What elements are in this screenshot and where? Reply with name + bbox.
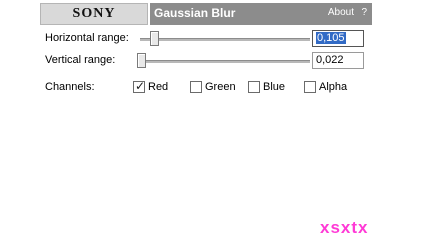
vertical-range-label: Vertical range: <box>45 54 116 66</box>
sony-logo: SONY <box>40 3 148 25</box>
alpha-checkbox[interactable] <box>304 81 316 93</box>
red-label: Red <box>148 81 169 93</box>
vertical-range-value: 0,022 <box>316 54 344 66</box>
vertical-range-thumb[interactable] <box>137 53 146 68</box>
horizontal-range-track[interactable] <box>140 38 310 41</box>
horizontal-range-value: 0,105 <box>316 32 346 44</box>
blue-label: Blue <box>263 81 286 93</box>
red-checkbox[interactable]: ✓ <box>133 79 146 93</box>
blue-checkbox[interactable] <box>248 81 260 93</box>
horizontal-range-label: Horizontal range: <box>45 32 129 44</box>
help-icon[interactable]: ? <box>361 7 367 18</box>
green-label: Green <box>205 81 236 93</box>
horizontal-range-thumb[interactable] <box>150 31 159 46</box>
alpha-label: Alpha <box>319 81 348 93</box>
vertical-range-value-input[interactable]: 0,022 <box>312 52 364 69</box>
plugin-header: SONY Gaussian Blur About ? <box>40 3 372 25</box>
channels-label: Channels: <box>45 81 95 93</box>
vertical-range-track[interactable] <box>140 60 310 63</box>
horizontal-range-value-input[interactable]: 0,105 <box>312 30 364 47</box>
green-checkbox[interactable] <box>190 81 202 93</box>
about-link[interactable]: About <box>328 7 354 18</box>
checkmark-icon: ✓ <box>135 79 146 93</box>
title-bar: Gaussian Blur About ? <box>150 3 372 25</box>
plugin-title: Gaussian Blur <box>154 6 236 20</box>
watermark-text: xsxtx <box>320 218 369 237</box>
